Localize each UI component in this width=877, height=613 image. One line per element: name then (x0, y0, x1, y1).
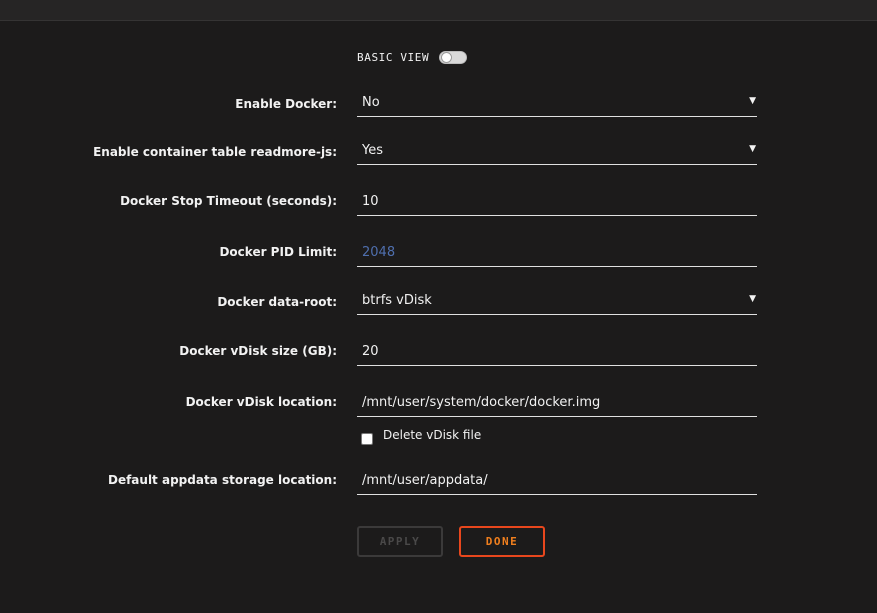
apply-button[interactable]: APPLY (357, 526, 443, 557)
chevron-down-icon: ▼ (749, 294, 756, 304)
chevron-down-icon: ▼ (749, 96, 756, 106)
basic-view-label: BASIC VIEW (357, 51, 430, 64)
data-root-value: btrfs vDisk (362, 293, 432, 308)
appdata-location-label: Default appdata storage location: (107, 473, 337, 487)
stop-timeout-value: 10 (362, 194, 379, 209)
appdata-location-input[interactable]: /mnt/user/appdata/ (357, 469, 757, 495)
enable-docker-value: No (362, 95, 380, 110)
vdisk-location-value: /mnt/user/system/docker/docker.img (362, 395, 601, 410)
pid-limit-input[interactable]: 2048 (357, 241, 757, 267)
appdata-location-value: /mnt/user/appdata/ (362, 473, 488, 488)
pid-limit-label: Docker PID Limit: (219, 245, 337, 259)
readmore-value: Yes (362, 143, 383, 158)
enable-docker-label: Enable Docker: (235, 97, 337, 111)
done-button[interactable]: DONE (459, 526, 545, 557)
readmore-select[interactable]: Yes ▼ (357, 139, 757, 165)
data-root-label: Docker data-root: (217, 295, 337, 309)
view-toggle: BASIC VIEW (357, 51, 468, 64)
pid-limit-placeholder: 2048 (362, 245, 396, 260)
vdisk-location-label: Docker vDisk location: (185, 395, 337, 409)
delete-vdisk-label: Delete vDisk file (383, 428, 482, 442)
delete-vdisk-checkbox[interactable] (361, 433, 373, 445)
readmore-label: Enable container table readmore-js: (93, 145, 337, 159)
delete-vdisk-row: Delete vDisk file (361, 425, 481, 445)
enable-docker-select[interactable]: No ▼ (357, 91, 757, 117)
top-bar (0, 0, 877, 21)
stop-timeout-input[interactable]: 10 (357, 190, 757, 216)
vdisk-size-value: 20 (362, 344, 379, 359)
stop-timeout-label: Docker Stop Timeout (seconds): (120, 194, 337, 208)
vdisk-location-input[interactable]: /mnt/user/system/docker/docker.img (357, 391, 757, 417)
data-root-select[interactable]: btrfs vDisk ▼ (357, 289, 757, 315)
switch-knob (441, 52, 453, 63)
basic-view-switch[interactable] (439, 51, 468, 64)
chevron-down-icon: ▼ (749, 144, 756, 154)
vdisk-size-input[interactable]: 20 (357, 340, 757, 366)
vdisk-size-label: Docker vDisk size (GB): (179, 344, 337, 358)
